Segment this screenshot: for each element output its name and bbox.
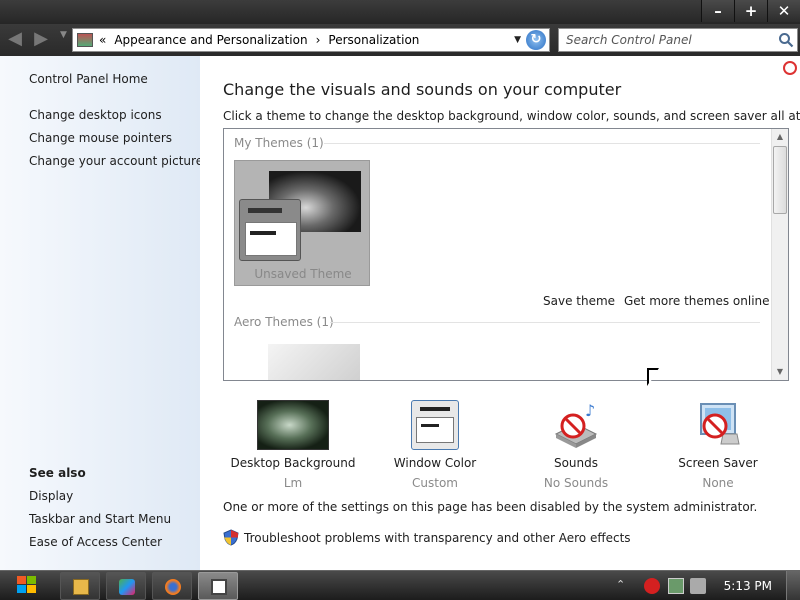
save-theme-link[interactable]: Save theme xyxy=(543,294,615,308)
show-hidden-icons-chevron-icon[interactable]: ⌃ xyxy=(616,578,632,594)
ease-of-access-link[interactable]: Ease of Access Center xyxy=(29,535,162,549)
search-placeholder: Search Control Panel xyxy=(566,33,692,47)
desktop-background-setting[interactable]: Desktop Background Lm xyxy=(228,400,358,490)
window-color-setting[interactable]: Window Color Custom xyxy=(370,400,500,490)
scroll-down-icon[interactable]: ▼ xyxy=(772,364,788,380)
setting-value: No Sounds xyxy=(543,476,609,490)
setting-value: Custom xyxy=(412,476,458,490)
svg-text:♪: ♪ xyxy=(585,401,595,420)
taskbar-app-explorer[interactable] xyxy=(60,572,100,600)
admin-disabled-notice: One or more of the settings on this page… xyxy=(223,500,758,514)
desktop-background-icon xyxy=(257,400,329,450)
troubleshoot-link[interactable]: Troubleshoot problems with transparency … xyxy=(223,529,631,546)
page-title: Change the visuals and sounds on your co… xyxy=(223,80,622,99)
search-input[interactable]: Search Control Panel xyxy=(558,28,798,52)
theme-list: My Themes (1) Unsaved Theme Save theme G… xyxy=(223,128,789,381)
navigation-bar: ◀ ▶ ▼ « Appearance and Personalization ›… xyxy=(0,24,800,56)
uac-shield-icon xyxy=(223,529,239,546)
sounds-setting[interactable]: ♪ Sounds No Sounds xyxy=(511,400,641,490)
group-divider xyxy=(330,322,760,323)
start-button-windows-logo-icon[interactable] xyxy=(6,571,50,600)
media-icon xyxy=(119,579,135,595)
scrollbar-thumb[interactable] xyxy=(773,146,787,214)
taskbar-app-firefox[interactable] xyxy=(152,572,192,600)
system-tray: ⌃ 5:13 PM xyxy=(610,571,800,600)
group-divider xyxy=(324,143,760,144)
display-link[interactable]: Display xyxy=(29,489,73,503)
window-controls: – + ✕ xyxy=(701,0,800,22)
my-themes-group-label[interactable]: My Themes (1) xyxy=(234,136,324,150)
get-more-themes-link[interactable]: Get more themes online xyxy=(624,294,770,308)
firefox-icon xyxy=(165,579,181,595)
taskbar: ⌃ 5:13 PM xyxy=(0,570,800,600)
setting-value: Lm xyxy=(283,476,303,490)
minimize-button[interactable]: – xyxy=(701,0,734,22)
setting-label: Screen Saver xyxy=(678,456,758,470)
network-icon[interactable] xyxy=(668,578,684,594)
control-panel-icon xyxy=(211,579,227,595)
breadcrumb-overflow[interactable]: « xyxy=(99,33,106,47)
folder-icon xyxy=(73,579,89,595)
change-account-picture-link[interactable]: Change your account picture xyxy=(29,154,203,168)
see-also-heading: See also xyxy=(29,466,86,480)
taskbar-app-control-panel[interactable] xyxy=(198,572,238,600)
volume-muted-icon[interactable] xyxy=(690,578,706,594)
setting-value: None xyxy=(702,476,734,490)
close-button[interactable]: ✕ xyxy=(767,0,800,22)
left-pane: Control Panel Home Change desktop icons … xyxy=(0,56,203,570)
sounds-disabled-icon: ♪ xyxy=(554,401,598,448)
mouse-cursor-fill xyxy=(649,370,658,384)
taskbar-app-media[interactable] xyxy=(106,572,146,600)
breadcrumb-separator[interactable]: › xyxy=(316,33,321,47)
maximize-button[interactable]: + xyxy=(734,0,767,22)
page-description: Click a theme to change the desktop back… xyxy=(223,109,800,123)
clock[interactable]: 5:13 PM xyxy=(724,579,772,593)
back-arrow-icon[interactable]: ◀ xyxy=(4,28,26,50)
search-icon[interactable] xyxy=(778,32,794,48)
window-color-icon xyxy=(411,400,459,450)
title-bar: – + ✕ xyxy=(0,0,800,24)
setting-label: Window Color xyxy=(393,456,477,470)
screen-saver-setting[interactable]: Screen Saver None xyxy=(653,400,783,490)
setting-label: Sounds xyxy=(553,456,599,470)
breadcrumb: « Appearance and Personalization › Perso… xyxy=(99,33,419,47)
main-content: Change the visuals and sounds on your co… xyxy=(200,56,800,570)
refresh-icon[interactable]: ↻ xyxy=(526,30,546,50)
scroll-up-icon[interactable]: ▲ xyxy=(772,129,788,145)
show-desktop-button[interactable] xyxy=(786,571,800,600)
aero-theme-tile[interactable] xyxy=(268,344,360,380)
change-desktop-icons-link[interactable]: Change desktop icons xyxy=(29,108,162,122)
security-shield-icon[interactable] xyxy=(644,578,660,594)
control-panel-icon xyxy=(77,33,93,47)
screen-saver-disabled-icon xyxy=(700,403,740,445)
address-bar[interactable]: « Appearance and Personalization › Perso… xyxy=(72,28,550,52)
theme-name: Unsaved Theme xyxy=(254,267,352,281)
taskbar-start-menu-link[interactable]: Taskbar and Start Menu xyxy=(29,512,171,526)
unsaved-theme-tile[interactable]: Unsaved Theme xyxy=(234,160,370,286)
change-mouse-pointers-link[interactable]: Change mouse pointers xyxy=(29,131,172,145)
breadcrumb-appearance[interactable]: Appearance and Personalization xyxy=(114,33,307,47)
aero-themes-group-label[interactable]: Aero Themes (1) xyxy=(234,315,334,329)
theme-list-scrollbar[interactable]: ▲ ▼ xyxy=(771,129,788,380)
forward-arrow-icon[interactable]: ▶ xyxy=(30,28,52,50)
address-dropdown-icon[interactable]: ▼ xyxy=(514,35,521,45)
theme-preview-window xyxy=(239,199,301,261)
control-panel-home-link[interactable]: Control Panel Home xyxy=(29,72,148,86)
troubleshoot-label: Troubleshoot problems with transparency … xyxy=(244,530,631,545)
help-icon[interactable] xyxy=(783,61,797,75)
recent-pages-chevron-icon[interactable]: ▼ xyxy=(60,30,67,40)
breadcrumb-personalization[interactable]: Personalization xyxy=(328,33,419,47)
setting-label: Desktop Background xyxy=(230,456,356,470)
